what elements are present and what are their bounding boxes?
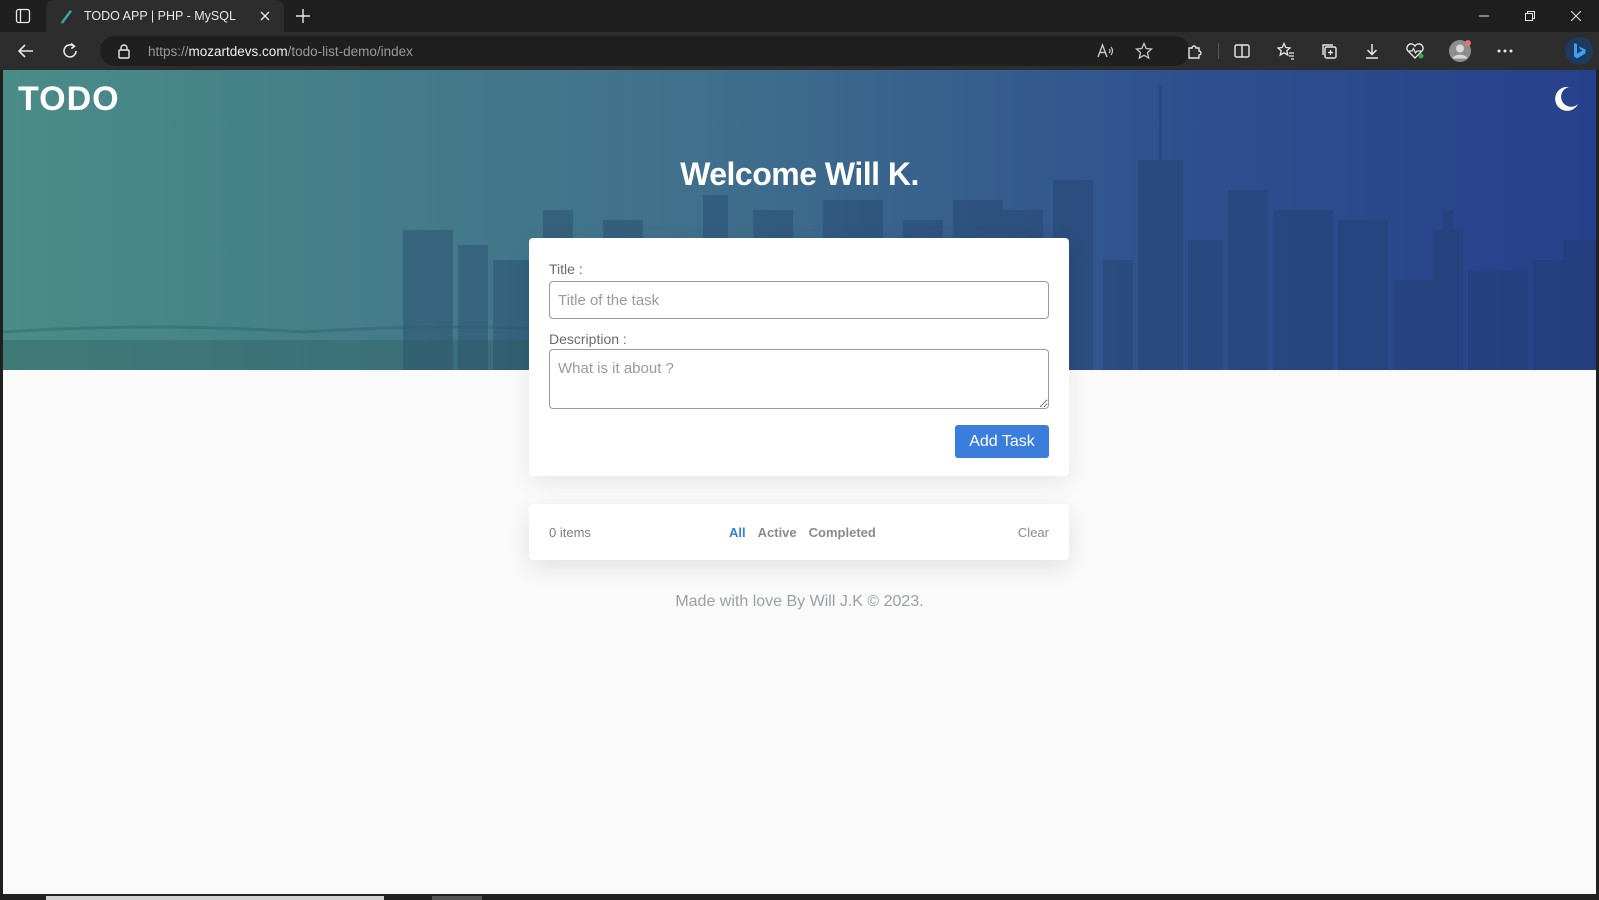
filter-tabs: All Active Completed [729,525,876,540]
favorites-icon[interactable] [1272,37,1300,65]
more-options-icon[interactable] [1491,37,1519,65]
collections-icon[interactable] [1315,37,1343,65]
items-count: 0 items [549,525,591,540]
favorite-star-icon[interactable] [1133,40,1155,62]
read-aloud-icon[interactable] [1095,40,1117,62]
browser-toolbar: https://mozartdevs.com/todo-list-demo/in… [0,32,1599,70]
page-footer: Made with love By Will J.K © 2023. [675,593,924,610]
horizontal-scrollbar[interactable] [46,896,384,900]
description-label: Description : [549,331,627,347]
add-task-form: Title : Description : Add Task [529,238,1069,476]
filter-active[interactable]: Active [758,525,797,540]
extensions-icon[interactable] [1181,37,1209,65]
add-task-button[interactable]: Add Task [955,425,1049,458]
favicon-icon [60,10,72,24]
tab-strip: TODO APP | PHP - MySQL [0,0,1599,32]
title-label: Title : [549,261,583,277]
window-controls [1461,0,1599,32]
app-logo: TODO [18,80,120,118]
close-window-icon[interactable] [1553,0,1599,32]
tab-title: TODO APP | PHP - MySQL [84,9,236,23]
title-input[interactable] [549,281,1049,319]
downloads-icon[interactable] [1358,37,1386,65]
tab-actions-icon[interactable] [10,6,36,26]
browser-window: TODO APP | PHP - MySQL https://mozartdev… [0,0,1599,900]
page-viewport: TODO Welcome Will K. Title : Description… [3,70,1596,894]
task-filter-bar: 0 items All Active Completed Clear [529,504,1069,560]
description-textarea[interactable] [549,349,1049,409]
restore-icon[interactable] [1507,0,1553,32]
profile-avatar-icon[interactable] [1446,37,1474,65]
minimize-icon[interactable] [1461,0,1507,32]
filter-completed[interactable]: Completed [809,525,876,540]
split-screen-icon[interactable] [1228,37,1256,65]
browser-essentials-icon[interactable] [1401,37,1429,65]
close-tab-icon[interactable] [254,5,276,27]
url-prefix: https:// [148,44,189,59]
filter-all[interactable]: All [729,525,746,540]
address-bar[interactable]: https://mozartdevs.com/todo-list-demo/in… [100,36,1190,66]
clear-completed-button[interactable]: Clear [1018,525,1049,540]
back-arrow-icon[interactable] [12,37,40,65]
copilot-icon[interactable] [1563,35,1595,67]
active-tab[interactable]: TODO APP | PHP - MySQL [46,0,284,32]
url-host: mozartdevs.com [188,44,288,59]
new-tab-icon[interactable] [292,5,314,27]
welcome-heading: Welcome Will K. [680,156,919,192]
lock-icon[interactable] [116,43,132,59]
url-text[interactable]: https://mozartdevs.com/todo-list-demo/in… [148,44,413,59]
scrollbar-segment [432,896,482,900]
url-path: /todo-list-demo/index [287,44,413,59]
refresh-icon[interactable] [56,37,84,65]
dark-mode-moon-icon[interactable] [1550,84,1580,114]
toolbar-divider [1218,43,1219,59]
